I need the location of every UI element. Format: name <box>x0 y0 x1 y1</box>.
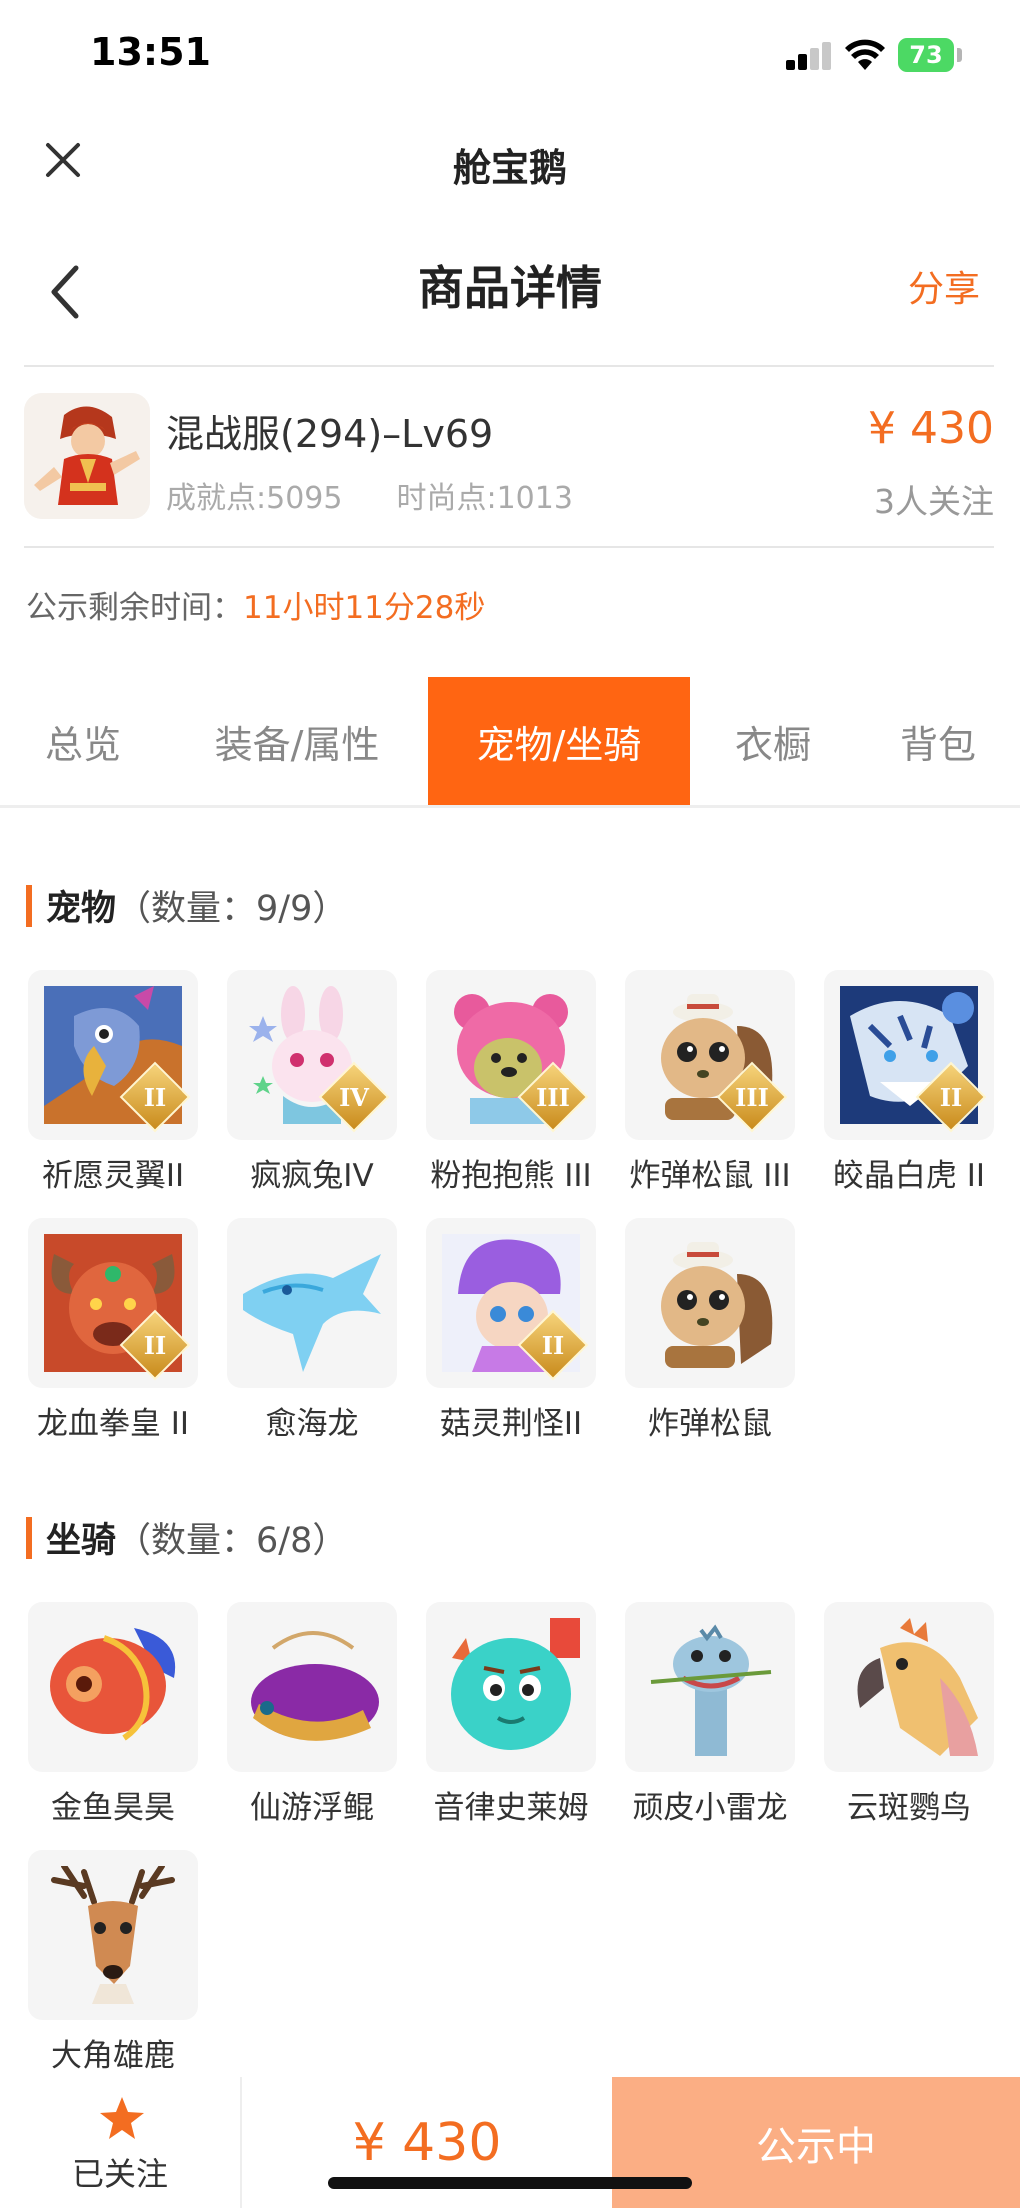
goldfish-mount-icon <box>44 1618 182 1756</box>
pets-section-header: 宠物 （数量：9/9） <box>26 880 347 931</box>
rank-numeral: II <box>541 1330 565 1360</box>
follower-count: 3人关注 <box>874 482 994 521</box>
deer-mount-icon <box>44 1866 182 2004</box>
pet-item[interactable]: III 粉抱抱熊 III <box>421 970 601 1195</box>
rank-numeral: III <box>735 1082 769 1112</box>
tab-bar: 总览 装备/属性 宠物/坐骑 衣橱 背包 <box>0 677 1020 805</box>
section-count: （数量：6/8） <box>116 1521 348 1561</box>
section-count: （数量：9/9） <box>116 889 348 929</box>
status-bar: 13:51 73 <box>0 0 1020 110</box>
app-title: 舱宝鹅 <box>452 146 567 190</box>
tab-underline <box>0 805 1020 808</box>
wifi-icon <box>845 39 885 70</box>
countdown-value: 11小时11分28秒 <box>243 590 486 626</box>
pet-item[interactable]: 愈海龙 <box>222 1218 402 1443</box>
mount-item[interactable]: 顽皮小雷龙 <box>620 1602 800 1827</box>
product-name: 混战服(294)–Lv69 <box>166 412 494 456</box>
mount-name: 云斑鹦鸟 <box>847 1790 971 1826</box>
pet-name: 菇灵荆怪II <box>439 1406 583 1442</box>
tab-pets-mounts[interactable]: 宠物/坐骑 <box>428 677 690 805</box>
share-button[interactable]: 分享 <box>908 260 980 312</box>
product-card[interactable]: 混战服(294)–Lv69 成就点:5095 时尚点:1013 ¥ 430 3人关… <box>0 385 1020 535</box>
pet-name: 祈愿灵翼II <box>41 1158 185 1194</box>
slime-mount-icon <box>442 1618 580 1756</box>
tab-equipment[interactable]: 装备/属性 <box>166 677 428 805</box>
flying-fish-mount-icon <box>243 1618 381 1756</box>
mount-item[interactable]: 音律史莱姆 <box>421 1602 601 1827</box>
pet-item[interactable]: 炸弹松鼠 <box>620 1218 800 1443</box>
tab-overview[interactable]: 总览 <box>0 677 166 805</box>
mount-name: 大角雄鹿 <box>51 2038 175 2074</box>
pet-item[interactable]: II 皎晶白虎 II <box>819 970 999 1195</box>
mount-name: 金鱼昊昊 <box>51 1790 175 1826</box>
pet-name: 疯疯兔IV <box>250 1158 374 1194</box>
mount-item[interactable]: 云斑鹦鸟 <box>819 1602 999 1827</box>
squirrel-pet-icon <box>641 1234 779 1372</box>
fashion-points: 时尚点:1013 <box>396 481 573 516</box>
product-price: ¥ 430 <box>868 403 994 454</box>
pet-name: 龙血拳皇 II <box>36 1406 190 1442</box>
section-title: 宠物 <box>46 889 117 929</box>
rank-numeral: III <box>536 1082 570 1112</box>
mount-item[interactable]: 仙游浮鲲 <box>222 1602 402 1827</box>
pet-item[interactable]: III 炸弹松鼠 III <box>620 970 800 1195</box>
app-header: 舱宝鹅 <box>0 115 1020 205</box>
countdown: 公示剩余时间：11小时11分28秒 <box>26 582 485 627</box>
sea-dragon-pet-icon <box>243 1234 381 1372</box>
divider <box>24 365 994 367</box>
rank-numeral: IV <box>339 1082 369 1112</box>
pet-name: 皎晶白虎 II <box>832 1158 986 1194</box>
parrot-mount-icon <box>840 1618 978 1756</box>
mount-item[interactable]: 金鱼昊昊 <box>23 1602 203 1827</box>
follow-button[interactable]: 已关注 <box>0 2077 242 2208</box>
mount-name: 仙游浮鲲 <box>250 1790 374 1826</box>
star-icon <box>100 2097 144 2139</box>
tab-backpack[interactable]: 背包 <box>856 677 1020 805</box>
achievement-points: 成就点:5095 <box>166 481 343 516</box>
pet-name: 粉抱抱熊 III <box>430 1158 592 1194</box>
page-nav: 商品详情 分享 <box>0 240 1020 360</box>
mount-item[interactable]: 大角雄鹿 <box>23 1850 203 2075</box>
pet-item[interactable]: IV 疯疯兔IV <box>222 970 402 1195</box>
battery-icon: 73 <box>898 38 954 72</box>
status-time: 13:51 <box>90 30 211 74</box>
mount-name: 顽皮小雷龙 <box>632 1790 788 1826</box>
battery-tip <box>957 48 962 62</box>
pet-item[interactable]: II 祈愿灵翼II <box>23 970 203 1195</box>
rank-numeral: II <box>143 1082 167 1112</box>
pet-name: 愈海龙 <box>265 1406 359 1442</box>
mount-name: 音律史莱姆 <box>433 1790 589 1826</box>
dinosaur-mount-icon <box>641 1618 779 1756</box>
pet-item[interactable]: II 龙血拳皇 II <box>23 1218 203 1443</box>
pet-item[interactable]: II 菇灵荆怪II <box>421 1218 601 1443</box>
mounts-section-header: 坐骑 （数量：6/8） <box>26 1512 347 1563</box>
home-indicator <box>328 2177 692 2189</box>
tab-wardrobe[interactable]: 衣橱 <box>690 677 856 805</box>
product-stats: 成就点:5095 时尚点:1013 <box>166 473 573 517</box>
divider <box>24 546 994 548</box>
follow-label: 已关注 <box>71 2155 168 2193</box>
rank-numeral: II <box>143 1330 167 1360</box>
section-marker <box>26 884 32 927</box>
rank-numeral: II <box>939 1082 963 1112</box>
cellular-signal-icon <box>786 42 832 70</box>
character-avatar <box>24 393 150 519</box>
pet-name: 炸弹松鼠 <box>648 1406 772 1442</box>
page-title: 商品详情 <box>418 261 602 315</box>
section-marker <box>26 1516 32 1559</box>
countdown-label: 公示剩余时间： <box>26 590 243 626</box>
section-title: 坐骑 <box>46 1521 117 1561</box>
pet-name: 炸弹松鼠 III <box>629 1158 791 1194</box>
